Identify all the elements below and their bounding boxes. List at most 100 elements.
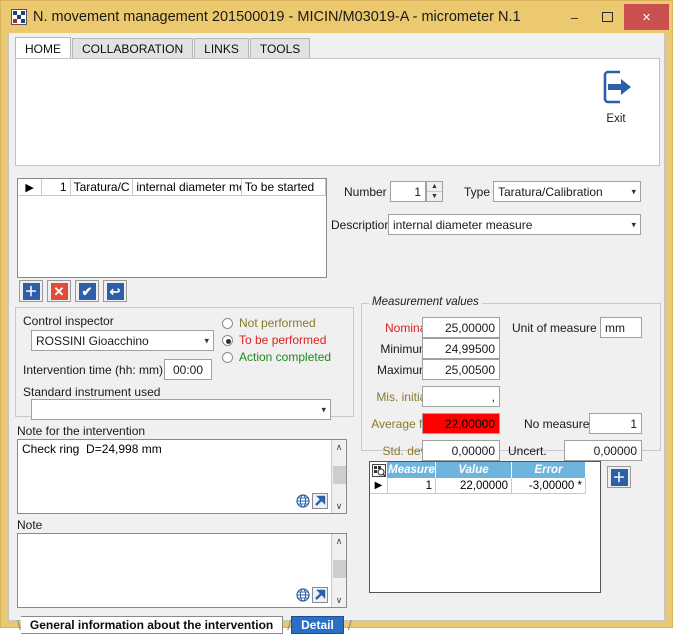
- general-note-label: Note: [17, 518, 43, 532]
- column-header-value[interactable]: Value: [436, 462, 512, 478]
- control-inspector-value: ROSSINI Gioacchino: [36, 333, 149, 348]
- type-select[interactable]: Taratura/Calibration ▾: [493, 181, 641, 202]
- standard-instrument-label: Standard instrument used: [23, 385, 161, 399]
- status-to-be-performed[interactable]: To be performed: [222, 333, 326, 347]
- nominal-input[interactable]: 25,00000: [422, 317, 500, 338]
- scroll-up-icon[interactable]: ∧: [336, 534, 343, 548]
- open-external-arrow-icon[interactable]: [312, 493, 328, 512]
- intervention-note-scrollbar[interactable]: ∧ ∨: [331, 440, 346, 513]
- radio-to-be-performed-icon[interactable]: [222, 334, 233, 346]
- undo-record-button[interactable]: ↩: [103, 280, 127, 302]
- cell-measure: 1: [388, 478, 436, 494]
- chevron-down-icon: ▾: [631, 186, 636, 196]
- general-note-scrollbar[interactable]: ∧ ∨: [331, 534, 346, 607]
- stepper-down-icon[interactable]: ▼: [427, 192, 442, 201]
- no-measure-label: No measure: [524, 417, 590, 431]
- measurements-grid[interactable]: Measure Value Error ▶ 1 22,00000 -3,0000…: [369, 461, 601, 593]
- number-input[interactable]: 1: [390, 181, 426, 202]
- chevron-down-icon: ▾: [631, 219, 636, 229]
- status-action-completed[interactable]: Action completed: [222, 350, 331, 364]
- intervention-note-value: Check ring D=24,998 mm: [22, 442, 162, 456]
- column-header-measure[interactable]: Measure: [388, 462, 436, 478]
- std-dev-input[interactable]: 0,00000: [422, 440, 500, 461]
- scroll-down-icon[interactable]: ∨: [336, 593, 343, 607]
- status-not-performed[interactable]: Not performed: [222, 316, 316, 330]
- cell-error: -3,00000 *: [512, 478, 586, 494]
- list-cell-number: 1: [42, 179, 71, 196]
- globe-icon[interactable]: [295, 493, 311, 512]
- add-measure-button[interactable]: ＋: [607, 466, 631, 488]
- stepper-up-icon[interactable]: ▲: [427, 182, 442, 192]
- checkered-squares-icon: [11, 9, 27, 25]
- scroll-thumb[interactable]: [333, 560, 346, 578]
- description-label: Description: [331, 218, 392, 232]
- ribbon-tab-tools[interactable]: TOOLS: [249, 38, 311, 59]
- tab-detail[interactable]: Detail: [291, 616, 344, 634]
- uncert-input[interactable]: 0,00000: [564, 440, 642, 461]
- scroll-up-icon[interactable]: ∧: [336, 440, 343, 454]
- ribbon-tab-home[interactable]: HOME: [15, 37, 71, 59]
- record-toolbar: ＋ ✕ ✔ ↩: [19, 280, 127, 302]
- intervention-time-input[interactable]: 00:00: [164, 359, 212, 380]
- status-label-action-completed: Action completed: [239, 350, 332, 364]
- radio-not-performed-icon[interactable]: [222, 317, 233, 329]
- undo-arrow-icon: ↩: [106, 282, 124, 300]
- description-select[interactable]: internal diameter measure ▾: [388, 214, 641, 235]
- plus-icon: ＋: [22, 282, 40, 300]
- minimize-button[interactable]: –: [558, 4, 591, 30]
- status-label-not-performed: Not performed: [239, 316, 316, 330]
- close-button[interactable]: ×: [624, 4, 669, 30]
- select-all-icon[interactable]: [370, 462, 388, 478]
- window-title: N. movement management 201500019 - MICIN…: [33, 9, 521, 25]
- list-cell-type: Taratura/C: [70, 179, 134, 196]
- status-label-to-be-performed: To be performed: [239, 333, 327, 347]
- confirm-record-button[interactable]: ✔: [75, 280, 99, 302]
- exit-label: Exit: [606, 113, 626, 125]
- cross-icon: ✕: [50, 282, 68, 300]
- intervention-note-textarea[interactable]: Check ring D=24,998 mm ∧ ∨: [17, 439, 347, 514]
- title-bar: N. movement management 201500019 - MICIN…: [1, 1, 672, 33]
- column-header-error[interactable]: Error: [512, 462, 586, 478]
- cell-value: 22,00000: [436, 478, 512, 494]
- intervention-list[interactable]: ▶ 1 Taratura/C internal diameter mea To …: [17, 178, 327, 278]
- globe-icon[interactable]: [295, 587, 311, 606]
- open-external-arrow-icon[interactable]: [312, 587, 328, 606]
- minimum-input[interactable]: 24,99500: [422, 338, 500, 359]
- type-label: Type: [464, 185, 491, 199]
- control-inspector-label: Control inspector: [23, 314, 114, 328]
- number-stepper[interactable]: ▲ ▼: [426, 181, 443, 202]
- unit-of-measure-input[interactable]: mm: [600, 317, 642, 338]
- exit-door-arrow-icon: [596, 67, 636, 110]
- ribbon-tab-links[interactable]: LINKS: [194, 38, 249, 59]
- unit-of-measure-label: Unit of measure: [512, 321, 597, 335]
- client-area: HOME COLLABORATION LINKS TOOLS Exit ▶ 1 …: [8, 33, 665, 634]
- list-row[interactable]: ▶ 1 Taratura/C internal diameter mea To …: [18, 179, 327, 196]
- scroll-down-icon[interactable]: ∨: [336, 499, 343, 513]
- row-marker-icon: ▶: [18, 179, 43, 196]
- note-icon-group: [295, 493, 328, 512]
- check-icon: ✔: [78, 282, 96, 300]
- average-input[interactable]: 22,00000: [422, 413, 500, 434]
- maximize-button[interactable]: [591, 4, 624, 30]
- ribbon-tab-strip: HOME COLLABORATION LINKS TOOLS: [9, 37, 664, 59]
- add-record-button[interactable]: ＋: [19, 280, 43, 302]
- no-measure-input[interactable]: 1: [589, 413, 642, 434]
- general-note-textarea[interactable]: ∧ ∨: [17, 533, 347, 608]
- bottom-tab-strip: \ General information about the interven…: [17, 616, 352, 634]
- control-inspector-select[interactable]: ROSSINI Gioacchino ▾: [31, 330, 214, 351]
- scroll-thumb[interactable]: [333, 466, 346, 484]
- intervention-note-label: Note for the intervention: [17, 424, 146, 438]
- exit-button[interactable]: Exit: [587, 67, 645, 125]
- maximum-input[interactable]: 25,00500: [422, 359, 500, 380]
- table-row[interactable]: ▶ 1 22,00000 -3,00000 *: [370, 478, 600, 494]
- tab-general-information[interactable]: General information about the interventi…: [20, 616, 284, 634]
- description-value: internal diameter measure: [393, 217, 533, 232]
- radio-action-completed-icon[interactable]: [222, 351, 233, 363]
- standard-instrument-select[interactable]: ▾: [31, 399, 331, 420]
- delete-record-button[interactable]: ✕: [47, 280, 71, 302]
- general-note-section: Note ∧ ∨: [17, 518, 347, 608]
- intervention-time-label: Intervention time (hh: mm): [23, 363, 164, 377]
- ribbon-tab-collaboration[interactable]: COLLABORATION: [72, 38, 194, 59]
- mis-initial-input[interactable]: ,: [422, 386, 500, 407]
- ribbon-panel: Exit: [15, 58, 660, 166]
